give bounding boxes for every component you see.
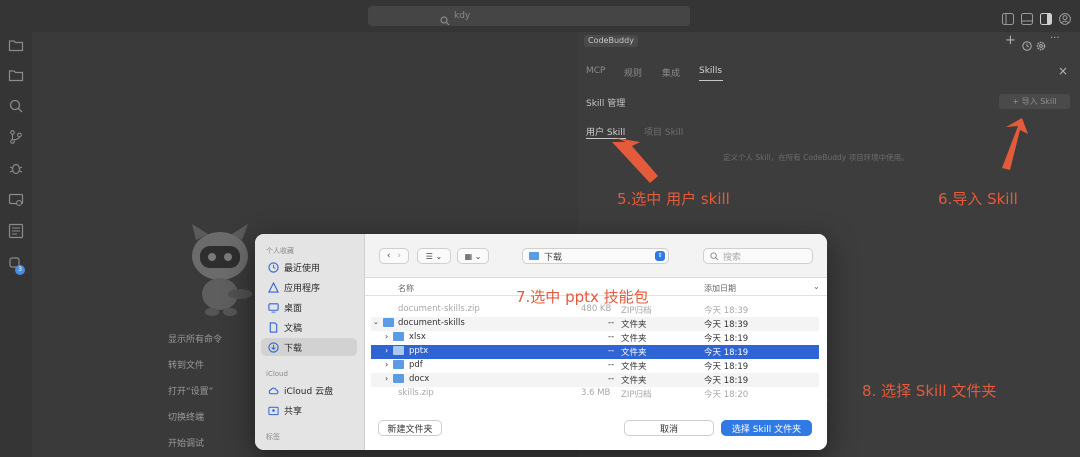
updown-chevron-icon: ⇕ xyxy=(655,251,665,261)
sidebar-item-shared[interactable]: 共享 xyxy=(261,401,357,419)
search-icon xyxy=(710,251,719,261)
sidebar-item-label: 下载 xyxy=(284,343,303,354)
chevron-down-icon[interactable]: ⌄ xyxy=(813,282,820,291)
sidebar-item-label: 最近使用 xyxy=(284,263,321,274)
cloud-icon xyxy=(267,384,279,396)
download-icon xyxy=(267,341,279,353)
new-folder-button[interactable]: 新建文件夹 xyxy=(378,420,442,436)
sidebar-item-label: 应用程序 xyxy=(284,283,321,294)
favorites-header: 个人收藏 xyxy=(266,247,294,255)
folder-row[interactable]: › xlsx -- 文件夹 今天 18:19 xyxy=(371,331,819,345)
app-window: ‹ › kdy xyxy=(0,0,1080,457)
clock-icon xyxy=(267,261,279,273)
folder-row-selected[interactable]: › pptx -- 文件夹 今天 18:19 xyxy=(371,345,819,359)
desktop-icon xyxy=(267,301,279,313)
sidebar-item-label: 文稿 xyxy=(284,323,303,334)
document-icon xyxy=(267,321,279,333)
list-view-icon: ☰ ⌄ xyxy=(425,251,443,261)
sidebar-item-applications[interactable]: 应用程序 xyxy=(261,278,357,296)
folder-icon xyxy=(393,360,404,369)
folder-row[interactable]: › docx -- 文件夹 今天 18:19 xyxy=(371,373,819,387)
cancel-button[interactable]: 取消 xyxy=(624,420,714,436)
back-forward-buttons[interactable]: ‹ › xyxy=(379,248,409,264)
view-icon-button[interactable]: ▦ ⌄ xyxy=(457,248,489,264)
sidebar-item-label: iCloud 云盘 xyxy=(284,386,334,397)
chevron-left-icon: ‹ xyxy=(386,251,391,261)
disclosure-closed-icon[interactable]: › xyxy=(385,332,388,341)
dialog-toolbar: ‹ › ☰ ⌄ ▦ ⌄ 下载 ⇕ 搜索 xyxy=(365,234,827,278)
sidebar-item-documents[interactable]: 文稿 xyxy=(261,318,357,336)
shared-folder-icon xyxy=(267,404,279,416)
select-skill-folder-button[interactable]: 选择 Skill 文件夹 xyxy=(721,420,812,436)
disclosure-open-icon[interactable]: ⌄ xyxy=(373,318,379,326)
annotation-step5: 5.选中 用户 skill xyxy=(617,190,730,208)
folder-icon xyxy=(529,252,539,260)
folder-icon xyxy=(393,332,404,341)
folder-icon xyxy=(383,318,394,327)
dialog-main: ‹ › ☰ ⌄ ▦ ⌄ 下载 ⇕ 搜索 名称 添加日期 ⌄ document-s… xyxy=(365,234,827,450)
location-label: 下载 xyxy=(544,252,563,263)
chevron-right-icon: › xyxy=(397,251,402,261)
applications-icon xyxy=(267,281,279,293)
sidebar-item-label: 桌面 xyxy=(284,303,303,314)
icloud-header: iCloud xyxy=(266,370,288,378)
sidebar-item-downloads[interactable]: 下载 xyxy=(261,338,357,356)
disclosure-closed-icon[interactable]: › xyxy=(385,360,388,369)
grid-view-icon: ▦ ⌄ xyxy=(464,251,482,261)
annotation-step6: 6.导入 Skill xyxy=(938,190,1018,208)
folder-icon xyxy=(393,374,404,383)
folder-icon xyxy=(393,346,404,355)
dialog-search-input[interactable]: 搜索 xyxy=(703,248,813,264)
arrow-step6 xyxy=(1002,118,1028,170)
arrow-step5 xyxy=(612,138,658,183)
view-list-button[interactable]: ☰ ⌄ xyxy=(417,248,451,264)
disclosure-closed-icon[interactable]: › xyxy=(385,374,388,383)
file-row[interactable]: skills.zip 3.6 MB ZIP归档 今天 18:20 xyxy=(371,387,819,401)
disclosure-closed-icon[interactable]: › xyxy=(385,346,388,355)
location-popup[interactable]: 下载 ⇕ xyxy=(522,248,669,264)
folder-row[interactable]: › pdf -- 文件夹 今天 18:19 xyxy=(371,359,819,373)
folder-picker-dialog: 个人收藏 最近使用 应用程序 桌面 文稿 下载 iCloud iCloud 云盘… xyxy=(255,234,827,450)
tags-header: 标签 xyxy=(266,433,280,441)
folder-row[interactable]: ⌄ document-skills -- 文件夹 今天 18:39 xyxy=(371,317,819,331)
search-placeholder: 搜索 xyxy=(723,252,742,263)
annotation-step7: 7.选中 pptx 技能包 xyxy=(516,288,649,306)
column-name[interactable]: 名称 xyxy=(398,283,414,294)
sidebar-item-label: 共享 xyxy=(284,406,303,417)
column-date-added[interactable]: 添加日期 xyxy=(704,283,736,294)
dialog-sidebar: 个人收藏 最近使用 应用程序 桌面 文稿 下载 iCloud iCloud 云盘… xyxy=(255,234,365,450)
sidebar-item-icloud-drive[interactable]: iCloud 云盘 xyxy=(261,381,357,399)
sidebar-item-desktop[interactable]: 桌面 xyxy=(261,298,357,316)
sidebar-item-recents[interactable]: 最近使用 xyxy=(261,258,357,276)
annotation-step8: 8. 选择 Skill 文件夹 xyxy=(862,382,997,400)
